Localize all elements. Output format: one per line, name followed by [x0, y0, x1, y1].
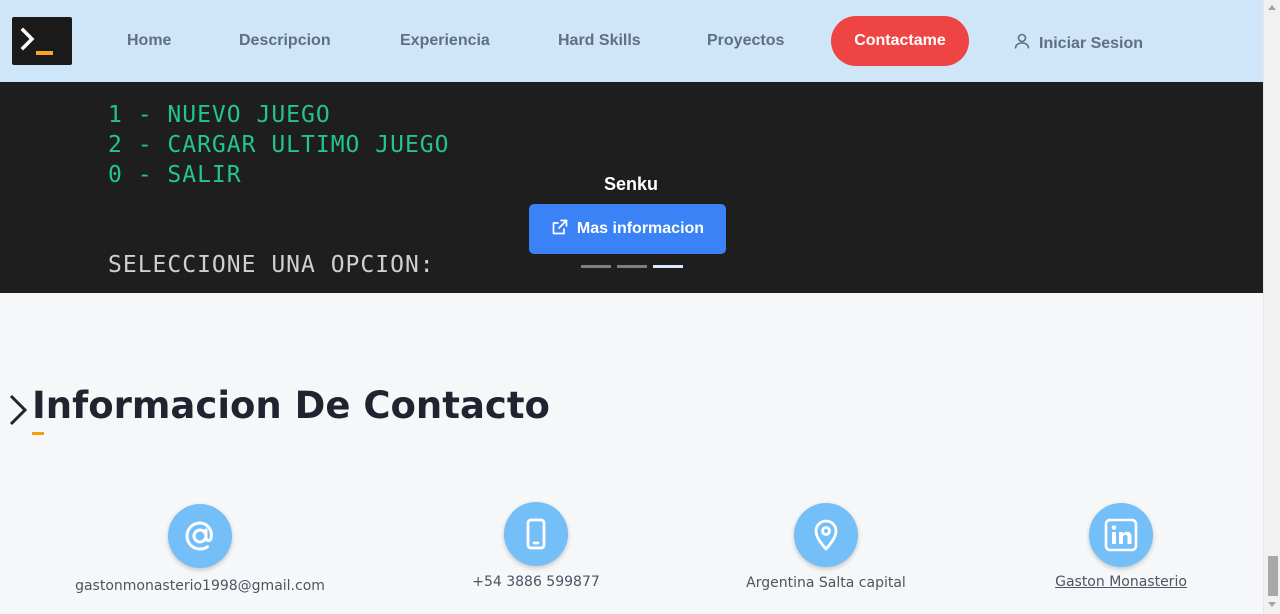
nav-link-descripcion[interactable]: Descripcion — [239, 32, 331, 50]
contact-email: gastonmonasterio1998@gmail.com — [75, 578, 325, 594]
contactame-button[interactable]: Contactame — [831, 16, 969, 66]
terminal-icon[interactable] — [12, 17, 72, 65]
linkedin-link-label[interactable]: Gaston Monasterio — [1055, 574, 1187, 590]
carousel-indicator-3[interactable] — [653, 265, 683, 268]
carousel-indicator-2[interactable] — [617, 265, 647, 268]
mas-informacion-button[interactable]: Mas informacion — [529, 204, 726, 254]
title-accent-underline — [32, 432, 44, 435]
nav-link-hard-skills[interactable]: Hard Skills — [558, 32, 641, 50]
nav-link-proyectos[interactable]: Proyectos — [707, 32, 784, 50]
contact-phone: +54 3886 599877 — [472, 574, 600, 590]
contact-section-title: Informacion De Contacto — [32, 384, 550, 427]
terminal-line-3: 0 - SALIR — [108, 162, 242, 188]
terminal-line-1: 1 - NUEVO JUEGO — [108, 102, 331, 128]
mas-informacion-label: Mas informacion — [576, 220, 705, 237]
contact-location: Argentina Salta capital — [746, 575, 906, 591]
scroll-up-arrow-icon[interactable] — [1268, 5, 1276, 10]
linkedin-link[interactable]: Gaston Monasterio — [1041, 574, 1201, 590]
login-label: Iniciar Sesion — [1039, 34, 1144, 52]
external-link-icon — [551, 218, 569, 241]
location-pin-icon — [794, 503, 858, 567]
terminal-prompt: SELECCIONE UNA OPCION: — [108, 252, 435, 278]
scrollbar-thumb[interactable] — [1268, 556, 1278, 596]
at-icon — [168, 504, 232, 568]
carousel-indicator-1[interactable] — [581, 265, 611, 268]
vertical-scrollbar[interactable] — [1263, 0, 1280, 614]
nav-link-home[interactable]: Home — [127, 32, 171, 50]
chevron-right-icon — [7, 393, 29, 432]
nav-link-experiencia[interactable]: Experiencia — [400, 32, 490, 50]
login-button[interactable]: Iniciar Sesion — [1013, 32, 1143, 55]
navbar: Home Descripcion Experiencia Hard Skills… — [0, 0, 1263, 82]
terminal-line-2: 2 - CARGAR ULTIMO JUEGO — [108, 132, 450, 158]
phone-icon — [504, 502, 568, 566]
scroll-down-arrow-icon[interactable] — [1268, 602, 1276, 607]
linkedin-icon[interactable] — [1089, 503, 1153, 567]
project-carousel: 1 - NUEVO JUEGO 2 - CARGAR ULTIMO JUEGO … — [0, 82, 1263, 293]
slide-title: Senku — [603, 174, 659, 194]
user-icon — [1013, 32, 1031, 55]
